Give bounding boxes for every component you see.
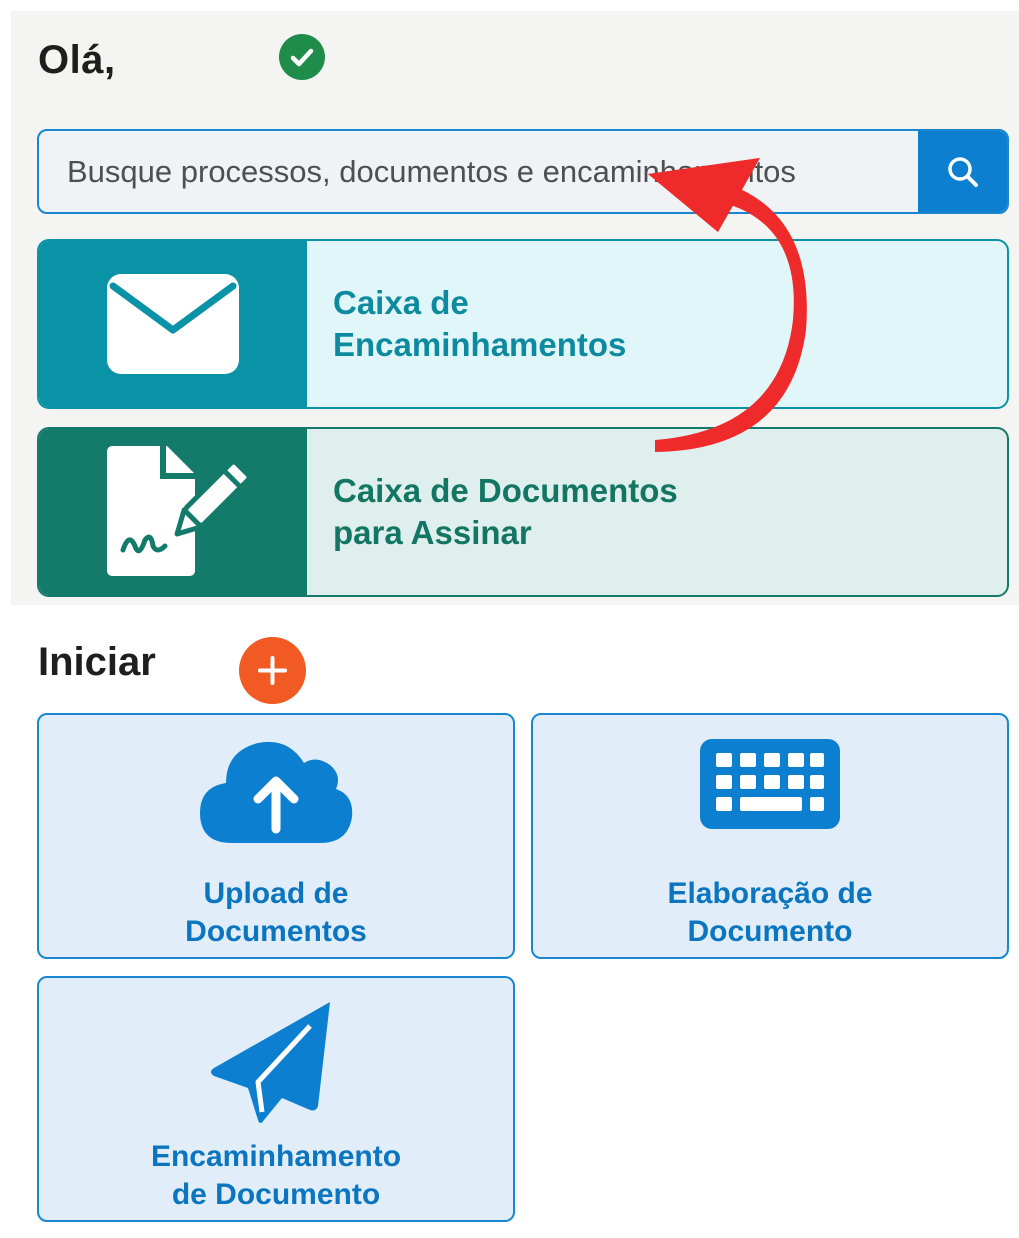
section-title-start: Iniciar xyxy=(38,640,156,684)
plus-icon xyxy=(258,656,287,685)
add-button[interactable] xyxy=(239,637,306,704)
forwarding-inbox-card[interactable]: Caixa de Encaminhamentos xyxy=(37,239,1009,409)
card-label: Caixa de Encaminhamentos xyxy=(333,284,627,363)
verified-check-icon xyxy=(279,34,325,80)
paper-plane-icon xyxy=(211,1002,330,1123)
tile-icon-area xyxy=(533,733,1007,863)
tile-icon-area xyxy=(39,996,513,1126)
tile-label: Upload de Documentos xyxy=(185,877,367,948)
search-input[interactable] xyxy=(39,131,919,212)
card-label: Caixa de Documentos para Assinar xyxy=(333,472,678,551)
documents-to-sign-card[interactable]: Caixa de Documentos para Assinar xyxy=(37,427,1009,597)
envelope-icon xyxy=(107,274,239,374)
forward-document-tile[interactable]: Encaminhamento de Documento xyxy=(37,976,515,1222)
document-signature-icon xyxy=(107,446,252,576)
tile-label: Elaboração de Documento xyxy=(667,877,873,948)
keyboard-icon xyxy=(700,739,840,829)
card-icon-area xyxy=(39,241,307,407)
search-button[interactable] xyxy=(918,131,1007,212)
create-document-tile[interactable]: Elaboração de Documento xyxy=(531,713,1009,959)
upload-documents-tile[interactable]: Upload de Documentos xyxy=(37,713,515,959)
search-icon xyxy=(947,156,978,187)
search-bar xyxy=(37,129,1009,214)
cloud-upload-icon xyxy=(200,741,353,843)
tile-label: Encaminhamento de Documento xyxy=(150,1140,402,1211)
tile-icon-area xyxy=(39,733,513,863)
card-icon-area xyxy=(39,429,307,595)
greeting-text: Olá, xyxy=(38,38,116,82)
